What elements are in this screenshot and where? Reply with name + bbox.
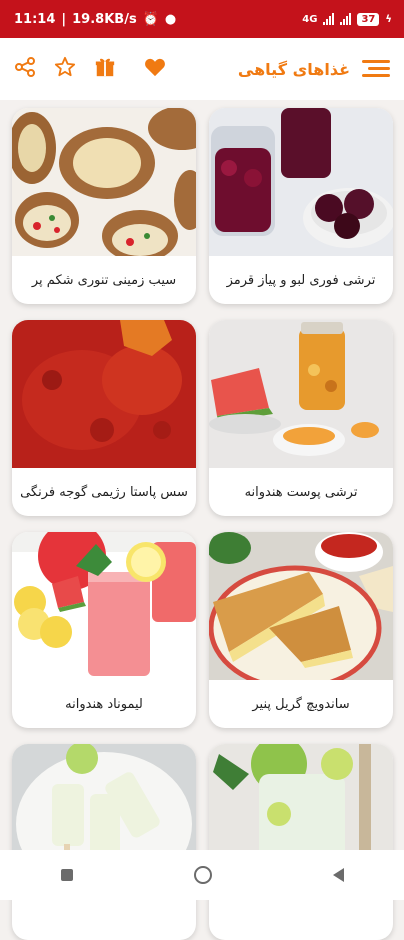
recipe-card[interactable] <box>209 744 393 940</box>
back-button[interactable] <box>332 868 344 882</box>
gift-icon[interactable] <box>94 56 116 82</box>
home-button[interactable] <box>193 866 212 884</box>
recipe-title: ترشی پوست هندوانه <box>244 484 358 500</box>
signal-icon-2 <box>340 13 352 25</box>
recipe-image <box>12 532 196 680</box>
status-bar: 11:14 | 19.8KB/s ⏰ ● 4G 37 ϟ <box>0 0 404 38</box>
recipe-title: سس پاستا رژیمی گوجه فرنگی <box>20 484 188 500</box>
recipe-card[interactable]: ساندویچ گریل پنیر <box>209 532 393 728</box>
recipe-image <box>209 532 393 680</box>
share-icon[interactable] <box>14 56 36 82</box>
recent-apps-button[interactable] <box>60 869 73 881</box>
recipe-image <box>12 320 196 468</box>
star-icon[interactable] <box>54 56 76 82</box>
network-type: 4G <box>302 13 318 25</box>
recipe-grid: سیب زمینی تنوری شکم پر ترشی فوری لبو و پ… <box>12 108 393 940</box>
recipe-title: ساندویچ گریل پنیر <box>252 696 350 712</box>
recipe-card[interactable]: سس پاستا رژیمی گوجه فرنگی <box>12 320 196 516</box>
battery-icon: 37 <box>357 12 380 26</box>
signal-icon <box>323 13 335 25</box>
alarm-icon: ⏰ <box>142 11 159 27</box>
recipe-card[interactable] <box>12 744 196 940</box>
recipe-image <box>209 108 393 256</box>
recipe-card[interactable]: سیب زمینی تنوری شکم پر <box>12 108 196 304</box>
page-title: غذاهای گیاهی <box>237 59 350 79</box>
notification-icon: ● <box>164 11 177 27</box>
menu-icon[interactable] <box>362 60 390 78</box>
favorite-icon[interactable] <box>144 57 166 81</box>
charging-icon: ϟ <box>385 13 392 25</box>
navigation-bar <box>0 850 404 900</box>
network-speed: 19.8KB/s <box>72 11 137 27</box>
recipe-card[interactable]: ترشی فوری لبو و پیاز قرمز <box>209 108 393 304</box>
recipe-image <box>209 320 393 468</box>
recipe-card[interactable]: ترشی پوست هندوانه <box>209 320 393 516</box>
recipe-card[interactable]: لیموناد هندوانه <box>12 532 196 728</box>
recipe-title: ترشی فوری لبو و پیاز قرمز <box>226 272 376 288</box>
recipe-title: سیب زمینی تنوری شکم پر <box>31 272 177 288</box>
app-bar: غذاهای گیاهی <box>0 38 404 100</box>
clock: 11:14 <box>14 11 56 27</box>
recipe-title: لیموناد هندوانه <box>65 696 143 712</box>
recipe-image <box>12 108 196 256</box>
